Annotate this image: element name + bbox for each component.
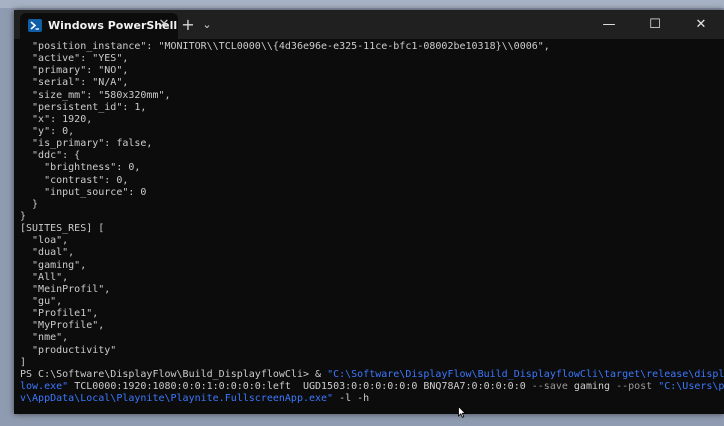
terminal-line: "input_source": 0 — [20, 186, 147, 198]
command-args: TCL0000:1920:1080:0:0:1:0:0:0:0:left UGD… — [68, 380, 532, 392]
prompt-text: PS C:\Software\DisplayFlow\Build_Display… — [20, 368, 316, 380]
terminal-line: "is_primary": false, — [20, 138, 153, 150]
terminal-line: "Profile1", — [20, 308, 99, 320]
command-line-wrap-2[interactable]: v\AppData\Local\Playnite\Playnite.Fullsc… — [20, 393, 720, 405]
terminal-line: "productivity" — [20, 344, 117, 356]
terminal-line: "position_instance": "MONITOR\\TCL0000\\… — [20, 41, 550, 52]
command-line-wrap-1[interactable]: low.exe" TCL0000:1920:1080:0:0:1:0:0:0:0… — [20, 380, 724, 393]
tab-windows-powershell[interactable]: Windows PowerShell ✕ — [20, 13, 178, 39]
chevron-down-icon[interactable]: ⌄ — [198, 15, 216, 35]
terminal-line: "MyProfile", — [20, 320, 105, 332]
terminal-line: "loa", — [20, 235, 69, 247]
post-path: "C:\Users\piot — [658, 380, 724, 392]
call-operator: & — [315, 368, 328, 380]
terminal-line: "primary": "NO", — [20, 65, 129, 77]
terminal-line: "brightness": 0, — [20, 162, 141, 174]
terminal-line: "contrast": 0, — [20, 174, 129, 186]
new-tab-button[interactable]: + — [178, 15, 198, 35]
powershell-window[interactable]: Windows PowerShell ✕ + ⌄ — ☐ ✕ "position… — [14, 10, 724, 414]
post-flag: --post — [616, 380, 653, 392]
terminal-line: "gu", — [20, 295, 63, 307]
desktop-background — [0, 0, 724, 8]
terminal-line: "ddc": { — [20, 150, 81, 162]
terminal-line: "persistent_id": 1, — [20, 101, 147, 113]
terminal-line: } — [20, 210, 27, 222]
mouse-pointer-icon — [458, 406, 466, 418]
terminal-line: "MeinProfil", — [20, 283, 111, 295]
terminal-line: } — [20, 198, 39, 210]
close-tab-icon[interactable]: ✕ — [156, 17, 172, 33]
command-line[interactable]: PS C:\Software\DisplayFlow\Build_Display… — [20, 368, 724, 381]
post-path-cont: v\AppData\Local\Playnite\Playnite.Fullsc… — [20, 393, 334, 405]
terminal-line: "size_mm": "580x320mm", — [20, 89, 171, 101]
terminal-line: "y": 0, — [20, 125, 75, 137]
terminal-line: "nme", — [20, 332, 69, 344]
terminal-line: ] — [20, 356, 27, 368]
close-button[interactable]: ✕ — [678, 10, 724, 39]
terminal-line: "All", — [20, 271, 69, 283]
command-flags: -l -h — [333, 393, 370, 405]
terminal-line: "serial": "N/A", — [20, 77, 129, 89]
terminal-output[interactable]: "position_instance": "MONITOR\\TCL0000\\… — [20, 41, 724, 411]
terminal-line: [SUITES_RES] [ — [20, 223, 105, 235]
terminal-line: "active": "YES", — [20, 53, 129, 65]
exe-path: "C:\Software\DisplayFlow\Build_Displayfl… — [327, 368, 724, 380]
terminal-line: "gaming", — [20, 259, 87, 271]
maximize-button[interactable]: ☐ — [632, 10, 678, 39]
terminal-line: "dual", — [20, 247, 75, 259]
title-bar[interactable]: Windows PowerShell ✕ + ⌄ — ☐ ✕ — [14, 10, 724, 39]
command-args: gaming — [567, 380, 617, 392]
save-flag: --save — [531, 380, 568, 392]
minimize-button[interactable]: — — [586, 10, 632, 39]
powershell-icon — [28, 19, 42, 32]
terminal-line: "x": 1920, — [20, 113, 93, 125]
exe-path-cont: low.exe" — [20, 380, 69, 392]
